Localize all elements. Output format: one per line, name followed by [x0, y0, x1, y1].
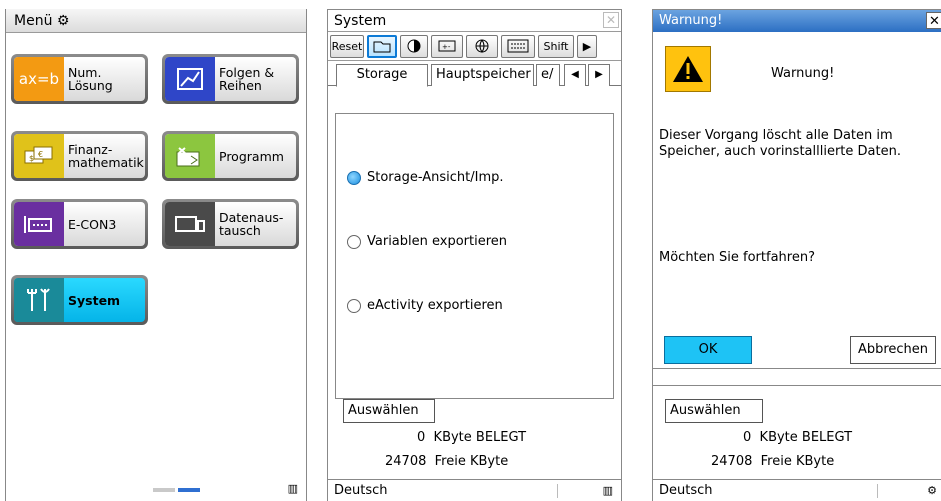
app-label: Finanz- mathematik [68, 142, 144, 170]
app-label: Num. Lösung [68, 65, 113, 93]
program-icon [165, 134, 215, 178]
sequence-graph-icon [165, 57, 215, 101]
app-label: Folgen & Reihen [219, 65, 275, 93]
warning-message: Dieser Vorgang löscht alle Daten im Spei… [659, 128, 901, 159]
option-variablen-exportieren[interactable]: Variablen exportieren [347, 234, 507, 249]
warning-dialog-titlebar: Warnung! ✕ [653, 10, 941, 32]
option-eactivity-exportieren[interactable]: eActivity exportieren [347, 298, 503, 313]
tab-bar: Storage Hauptspeicher e/ ◀ ▶ [328, 61, 621, 87]
warning-triangle-icon [665, 46, 711, 92]
app-folgen-reihen[interactable]: Folgen & Reihen [162, 54, 299, 104]
used-memory-text: 0 KByte BELEGT [743, 430, 853, 445]
storage-folder-icon[interactable] [367, 34, 397, 58]
page-indicator[interactable] [153, 488, 200, 492]
radio-button[interactable] [347, 234, 361, 249]
app-label: Datenaus- tausch [219, 210, 284, 238]
app-label: E-CON3 [68, 216, 117, 232]
app-programm[interactable]: Programm [162, 131, 299, 181]
keyboard-icon[interactable] [501, 34, 535, 58]
computer-icon [165, 202, 215, 246]
svg-text:€: € [38, 150, 43, 159]
language-status[interactable]: Deutsch [334, 483, 388, 498]
app-e-con3[interactable]: E-CON3 [11, 199, 148, 249]
system-title: System [334, 13, 387, 29]
used-memory-text: 0 KByte BELEGT [417, 430, 527, 445]
app-label: System [68, 292, 121, 308]
gear-icon[interactable]: ⚙ [927, 480, 937, 501]
svg-text:+-: +- [442, 43, 451, 51]
dialog-bottom-frame [653, 368, 941, 386]
app-label: Programm [219, 148, 284, 164]
warning-dialog-title: Warnung! [659, 13, 723, 28]
battery-settings-icon[interactable]: +- [431, 34, 463, 58]
radio-button[interactable] [347, 298, 361, 313]
globe-icon[interactable] [466, 34, 498, 58]
warning-screen: Warnung! ✕ Warnung! Dieser Vorgang lösch… [652, 9, 941, 501]
menu-title: Menü [14, 13, 53, 29]
storage-options-panel: Storage-Ansicht/Imp. Variablen exportier… [335, 113, 614, 399]
tab-next-arrow-icon[interactable]: ▶ [588, 64, 610, 86]
money-icon: € $ [14, 134, 64, 178]
reset-button[interactable]: Reset [330, 34, 364, 58]
free-memory-text: 24708 Freie KByte [711, 454, 835, 469]
ok-button[interactable]: OK [664, 336, 752, 364]
gear-icon[interactable]: ⚙ [57, 13, 70, 29]
app-num-loesung[interactable]: ax=b Num. Lösung [11, 54, 148, 104]
equation-icon: ax=b [14, 57, 64, 101]
system-titlebar: System ✕ [328, 10, 621, 32]
language-status[interactable]: Deutsch [659, 483, 713, 498]
tab-hauptspeicher[interactable]: Hauptspeicher [431, 64, 534, 86]
battery-icon: ▥ [287, 482, 298, 495]
shift-button[interactable]: Shift [538, 34, 574, 58]
close-icon[interactable]: ✕ [603, 12, 619, 28]
auswaehlen-button[interactable]: Auswählen [343, 399, 435, 423]
option-storage-ansicht[interactable]: Storage-Ansicht/Imp. [347, 170, 504, 185]
menu-screen: Menü ⚙ ax=b Num. Lösung Folgen & Reihen … [5, 9, 307, 501]
sensor-icon [14, 202, 64, 246]
radio-button-selected[interactable] [347, 170, 361, 185]
menu-header: Menü ⚙ [6, 9, 306, 33]
auswaehlen-button[interactable]: Auswählen [665, 399, 763, 423]
free-memory-text: 24708 Freie KByte [385, 454, 509, 469]
warning-question: Möchten Sie fortfahren? [659, 250, 815, 265]
tab-prev-arrow-icon[interactable]: ◀ [564, 64, 586, 86]
system-toolbar: Reset +- Shift ▶ [328, 32, 621, 61]
status-bar: Deutsch ▥ [328, 479, 621, 501]
close-icon[interactable]: ✕ [926, 12, 941, 29]
tab-storage[interactable]: Storage [336, 64, 428, 87]
tools-icon [14, 278, 64, 322]
contrast-icon[interactable] [400, 34, 428, 58]
abbrechen-button[interactable]: Abbrechen [850, 336, 936, 364]
app-system[interactable]: System [11, 275, 148, 325]
app-datenaustausch[interactable]: Datenaus- tausch [162, 199, 299, 249]
battery-icon: ▥ [602, 484, 613, 497]
tab-partial[interactable]: e/ [536, 64, 560, 86]
svg-text:$: $ [29, 154, 34, 163]
status-bar: Deutsch ⚙ [653, 479, 941, 501]
toolbar-next-arrow-icon[interactable]: ▶ [577, 34, 597, 58]
app-finanzmathematik[interactable]: € $ Finanz- mathematik [11, 131, 148, 181]
warning-heading: Warnung! [771, 66, 835, 81]
system-screen: System ✕ Reset +- Shift ▶ Storage Haupts… [327, 9, 622, 501]
